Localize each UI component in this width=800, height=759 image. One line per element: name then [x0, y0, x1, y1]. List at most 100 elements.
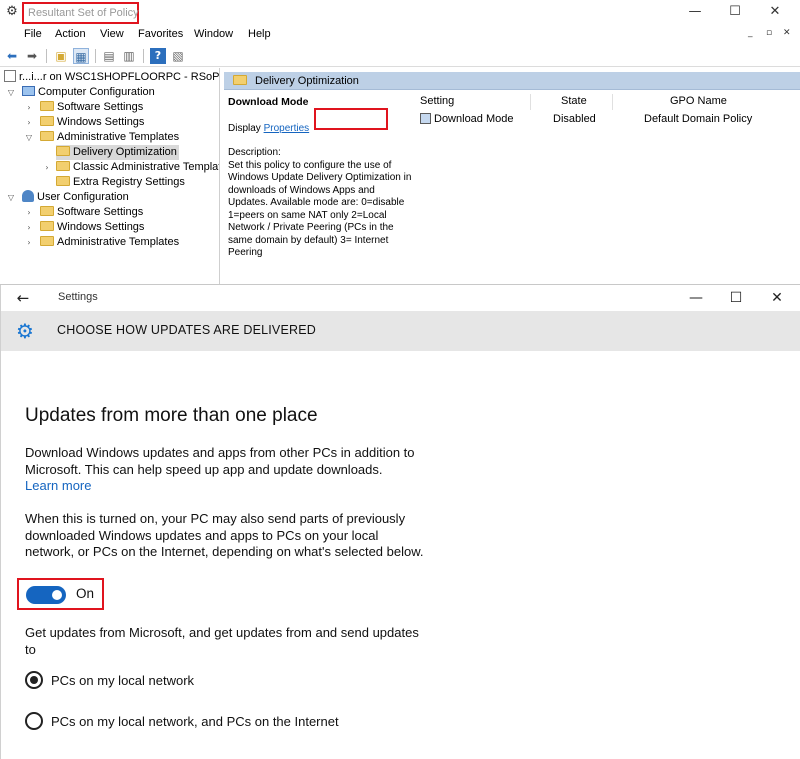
tree-item-user-windows-settings[interactable]: Windows Settings — [40, 220, 144, 235]
expand-chevron-icon[interactable]: › — [24, 205, 34, 220]
column-header-gpo-name[interactable]: GPO Name — [670, 95, 727, 107]
up-folder-icon[interactable]: ▣ — [53, 48, 69, 64]
radio-local-and-internet[interactable] — [25, 712, 43, 730]
column-separator[interactable] — [530, 94, 531, 110]
toggle-state-label: On — [76, 586, 95, 601]
menu-favorites[interactable]: Favorites — [138, 28, 183, 40]
user-icon — [22, 190, 34, 202]
tree-item-delivery-optimization[interactable]: Delivery Optimization — [56, 145, 179, 160]
folder-icon — [40, 116, 54, 126]
setting-cell: Download Mode — [420, 113, 514, 125]
show-hide-tree-icon[interactable]: ▦ — [73, 48, 89, 64]
learn-more-link[interactable]: Learn more — [25, 478, 91, 493]
column-header-state[interactable]: State — [561, 95, 587, 107]
when-on-text: When this is turned on, your PC may also… — [25, 511, 424, 559]
tree-item-software-settings[interactable]: Software Settings — [40, 100, 143, 115]
toolbar-separator — [95, 49, 96, 63]
rsop-tree-pane: r...i...r on WSC1SHOPFLOORPC - RSoP ▽ Co… — [0, 68, 220, 284]
settings-maximize-button[interactable]: ☐ — [716, 287, 756, 309]
tree-item-user-administrative-templates[interactable]: Administrative Templates — [40, 235, 179, 250]
tree-root-label: r...i...r on WSC1SHOPFLOORPC - RSoP — [19, 71, 220, 83]
display-label: Display — [228, 122, 261, 134]
mdi-minimize-button[interactable]: _ — [748, 28, 753, 38]
get-updates-text: Get updates from Microsoft, and get upda… — [25, 625, 419, 657]
folder-icon — [40, 206, 54, 216]
tree-item-computer-configuration[interactable]: Computer Configuration — [22, 85, 155, 100]
expand-chevron-icon[interactable]: › — [24, 235, 34, 250]
back-arrow-icon[interactable]: ⬅ — [4, 48, 20, 64]
radio-label-local-network[interactable]: PCs on my local network — [51, 673, 194, 688]
highlight-box-state — [314, 108, 388, 130]
menu-help[interactable]: Help — [248, 28, 271, 40]
folder-icon — [56, 161, 70, 171]
folder-icon — [40, 101, 54, 111]
forward-arrow-icon[interactable]: ➡ — [24, 48, 40, 64]
properties-link[interactable]: Properties — [264, 123, 310, 134]
radio-local-network[interactable] — [25, 671, 43, 689]
expand-chevron-icon[interactable]: › — [24, 220, 34, 235]
menu-view[interactable]: View — [100, 28, 124, 40]
help-icon[interactable]: ? — [150, 48, 166, 64]
column-separator[interactable] — [612, 94, 613, 110]
settings-close-button[interactable]: ✕ — [757, 287, 797, 309]
properties-icon[interactable]: ▤ — [101, 48, 117, 64]
back-arrow-icon[interactable]: ← — [13, 288, 33, 308]
rsop-minimize-button[interactable]: — — [675, 2, 715, 22]
folder-icon — [40, 221, 54, 231]
menu-window[interactable]: Window — [194, 28, 233, 40]
rsop-window-title: Resultant Set of Policy — [28, 7, 139, 19]
tree-root[interactable]: r...i...r on WSC1SHOPFLOORPC - RSoP — [4, 70, 220, 85]
settings-window: ← Settings — ☐ ✕ ⚙ CHOOSE HOW UPDATES AR… — [0, 285, 800, 759]
rsop-titlebar: ⚙ Resultant Set of Policy — ☐ ✕ — [0, 0, 800, 25]
radio-label-local-and-internet[interactable]: PCs on my local network, and PCs on the … — [51, 714, 339, 729]
show-action-pane-icon[interactable]: ▧ — [170, 48, 186, 64]
menu-action[interactable]: Action — [55, 28, 86, 40]
settings-minimize-button[interactable]: — — [676, 287, 716, 309]
collapse-chevron-icon[interactable]: ▽ — [24, 130, 34, 145]
settings-window-title: Settings — [58, 291, 98, 303]
tree-item-extra-registry-settings[interactable]: Extra Registry Settings — [56, 175, 185, 190]
export-list-icon[interactable]: ▥ — [121, 48, 137, 64]
detail-header: Delivery Optimization — [224, 72, 800, 90]
folder-icon — [40, 236, 54, 246]
radio-selected-dot — [30, 676, 38, 684]
tree-item-administrative-templates[interactable]: Administrative Templates — [40, 130, 179, 145]
mdi-restore-button[interactable]: ▫ — [766, 28, 772, 38]
toolbar-separator — [143, 49, 144, 63]
rsop-close-button[interactable]: ✕ — [755, 2, 795, 22]
settings-titlebar: ← Settings — ☐ ✕ — [1, 285, 800, 311]
collapse-chevron-icon[interactable]: ▽ — [6, 85, 16, 100]
menu-file[interactable]: File — [24, 28, 42, 40]
expand-chevron-icon[interactable]: › — [24, 100, 34, 115]
gpo-name-cell: Default Domain Policy — [644, 113, 753, 125]
setting-value: Download Mode — [434, 113, 514, 125]
rsop-window: ⚙ Resultant Set of Policy — ☐ ✕ File Act… — [0, 0, 800, 285]
state-cell: Disabled — [553, 113, 596, 125]
tree-item-label: Windows Settings — [57, 116, 145, 128]
policy-setting-icon — [420, 113, 431, 124]
tree-item-user-configuration[interactable]: User Configuration — [22, 190, 129, 205]
tree-item-classic-administrative-templates[interactable]: Classic Administrative Templates — [56, 160, 220, 175]
tree-item-label: Delivery Optimization — [73, 146, 177, 158]
column-header-setting[interactable]: Setting — [420, 95, 454, 107]
section-title: Updates from more than one place — [25, 405, 318, 426]
rsop-menubar: File Action View Favorites Window Help — [0, 26, 800, 44]
tree-item-user-software-settings[interactable]: Software Settings — [40, 205, 143, 220]
rsop-maximize-button[interactable]: ☐ — [715, 2, 755, 22]
gear-icon: ⚙ — [16, 319, 34, 343]
collapse-chevron-icon[interactable]: ▽ — [6, 190, 16, 205]
delivery-optimization-toggle[interactable] — [26, 586, 66, 604]
tree-item-label: Classic Administrative Templates — [73, 161, 220, 173]
tree-item-windows-settings[interactable]: Windows Settings — [40, 115, 144, 130]
rsop-detail-pane: Delivery Optimization Download Mode Disp… — [224, 68, 800, 284]
tree-item-label: Administrative Templates — [57, 236, 180, 248]
rsop-document-icon — [4, 70, 16, 82]
expand-chevron-icon[interactable]: › — [42, 160, 52, 175]
mdi-close-button[interactable]: ✕ — [783, 28, 791, 38]
folder-icon — [233, 75, 247, 85]
policy-description: Set this policy to configure the use of … — [228, 159, 412, 259]
expand-chevron-icon[interactable]: › — [24, 115, 34, 130]
tree-item-label: Extra Registry Settings — [73, 176, 185, 188]
folder-icon — [40, 131, 54, 141]
tree-item-label: Software Settings — [57, 206, 144, 218]
